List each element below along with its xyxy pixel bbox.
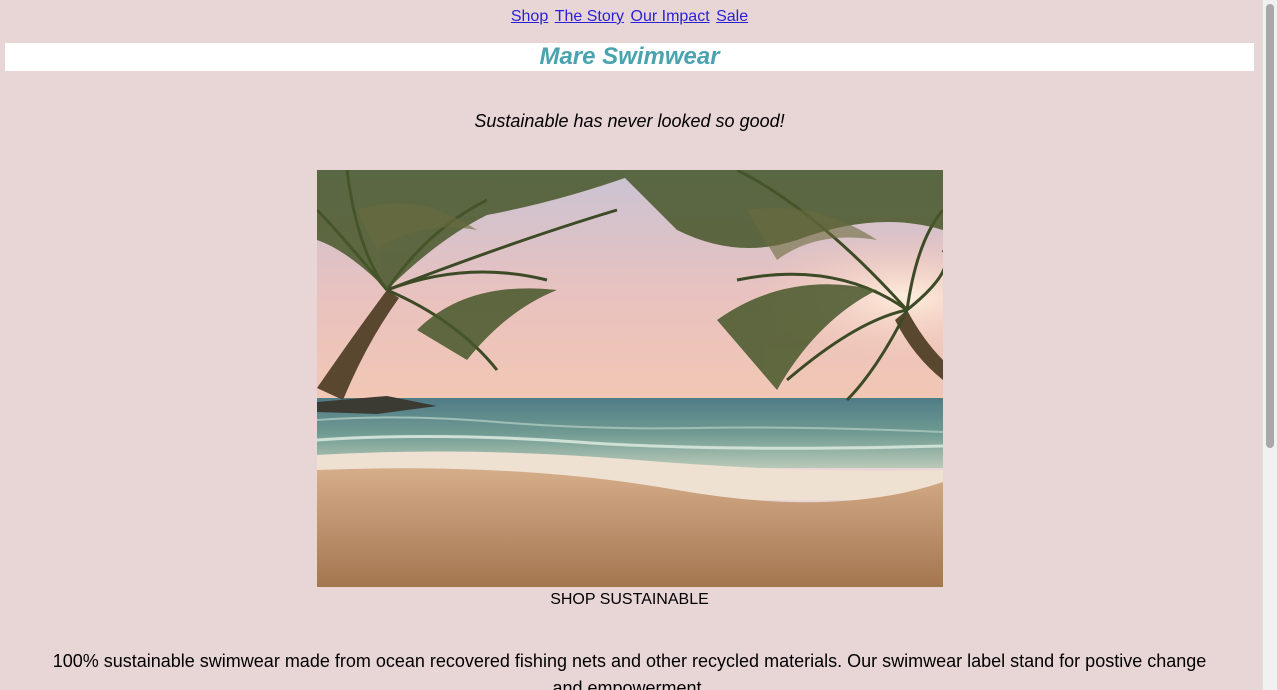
nav-link-the-story[interactable]: The Story <box>555 8 624 25</box>
page: Shop The Story Our Impact Sale Mare Swim… <box>0 0 1262 690</box>
hero-image <box>317 170 943 587</box>
nav-link-shop[interactable]: Shop <box>511 8 548 25</box>
hero-caption[interactable]: SHOP SUSTAINABLE <box>0 590 1259 610</box>
intro-text: 100% sustainable swimwear made from ocea… <box>52 651 1207 690</box>
tagline: Sustainable has never looked so good! <box>474 111 785 131</box>
brand-header: Mare Swimwear <box>5 43 1254 71</box>
vertical-scrollbar[interactable] <box>1262 0 1277 690</box>
beach-photo <box>317 170 943 587</box>
nav-link-sale[interactable]: Sale <box>716 8 748 25</box>
scrollbar-thumb[interactable] <box>1266 4 1274 448</box>
top-nav: Shop The Story Our Impact Sale <box>0 7 1259 27</box>
brand-title: Mare Swimwear <box>539 43 720 70</box>
nav-link-our-impact[interactable]: Our Impact <box>631 8 710 25</box>
